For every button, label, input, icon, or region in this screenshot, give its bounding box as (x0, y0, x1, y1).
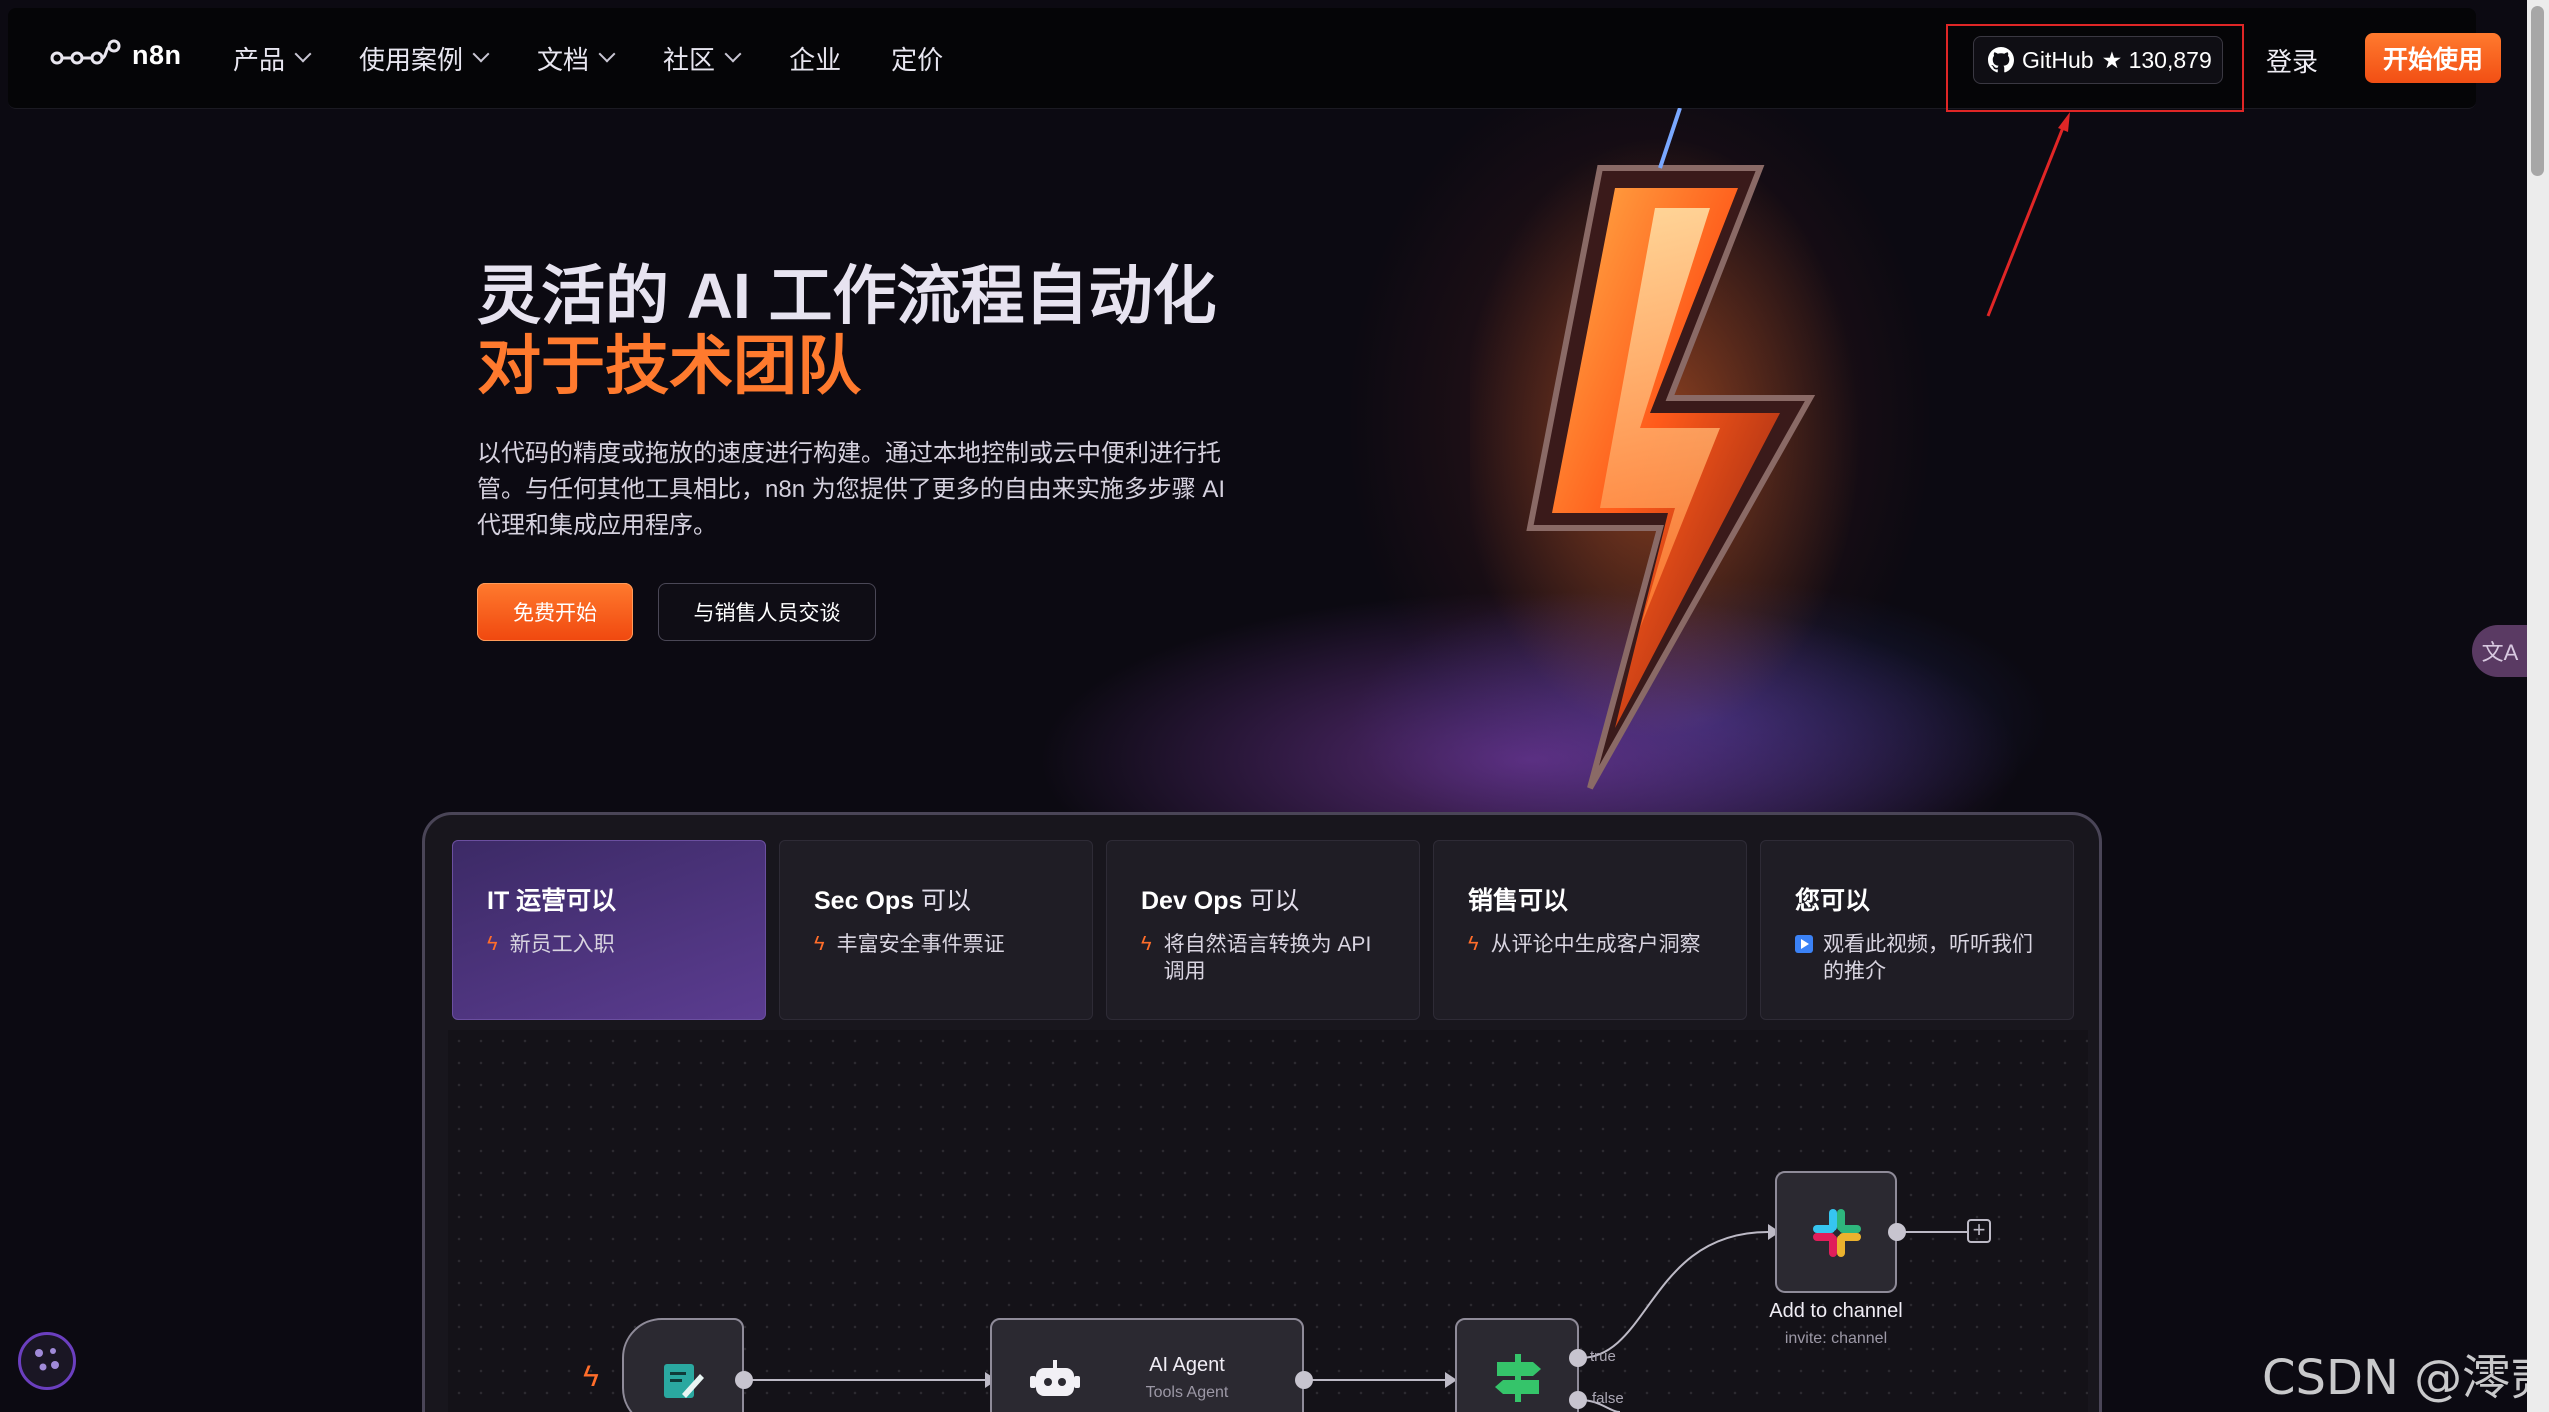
form-edit-icon (664, 1364, 704, 1398)
ai-agent-title: AI Agent (1149, 1354, 1225, 1376)
tab-it-ops[interactable]: IT 运营可以 ϟ 新员工入职 (452, 840, 766, 1020)
ai-agent-node[interactable]: AI Agent Tools Agent (990, 1318, 1304, 1412)
tab-dev-ops[interactable]: Dev Ops 可以 ϟ 将自然语言转换为 API 调用 (1106, 840, 1420, 1020)
nav-item-label: 企业 (789, 44, 842, 75)
tab-item: 观看此视频，听听我们的推介 (1795, 931, 2043, 985)
tab-item-text: 丰富安全事件票证 (836, 933, 1005, 956)
nav-item-product[interactable]: 产品 (233, 40, 312, 77)
hero-title: 灵活的 AI 工作流程自动化 (477, 260, 1217, 332)
add-node-icon[interactable]: + (1967, 1219, 1991, 1243)
nav-item-label: 文档 (537, 44, 590, 75)
n8n-logo[interactable]: n8n (50, 38, 182, 72)
github-stars-button[interactable]: GitHub ★ 130,879 (1973, 36, 2223, 84)
tab-title: Dev Ops 可以 (1141, 887, 1300, 915)
slack-icon (1813, 1209, 1861, 1257)
nav-item-community[interactable]: 社区 (663, 40, 742, 77)
tab-title: 您可以 (1795, 887, 1871, 915)
bolt-icon: ϟ (487, 933, 498, 955)
tab-item-text: 观看此视频，听听我们的推介 (1823, 933, 2033, 983)
nav-item-use-cases[interactable]: 使用案例 (359, 40, 490, 77)
translate-icon[interactable]: 文A (2472, 625, 2528, 677)
cookie-icon (35, 1348, 59, 1371)
bolt-icon: ϟ (814, 933, 825, 955)
lightning-bolt-illustration (1470, 108, 1860, 790)
chevron-down-icon (294, 45, 312, 63)
logo-wordmark: n8n (132, 39, 182, 70)
nav-item-label: 使用案例 (359, 44, 464, 75)
hero-description: 以代码的精度或拖放的速度进行构建。通过本地控制或云中便利进行托管。与任何其他工具… (477, 440, 1226, 539)
tab-item: ϟ 丰富安全事件票证 (814, 931, 1062, 958)
tab-you[interactable]: 您可以 观看此视频，听听我们的推介 (1760, 840, 2074, 1020)
csdn-watermark: CSDN @澪贰 (2262, 1350, 2549, 1406)
tab-item-text: 将自然语言转换为 API 调用 (1163, 933, 1372, 983)
page: n8n 产品 使用案例 文档 社区 企业 定价 GitHub ★ 130,879… (0, 0, 2549, 1412)
if-node[interactable] (1455, 1318, 1579, 1412)
chevron-down-icon (598, 45, 616, 63)
chevron-down-icon (472, 45, 490, 63)
tab-title: 销售可以 (1468, 887, 1569, 915)
nav-item-label: 社区 (663, 44, 716, 75)
false-output-port[interactable] (1569, 1391, 1587, 1409)
login-link[interactable]: 登录 (2266, 42, 2318, 79)
nav-item-label: 产品 (233, 44, 286, 75)
tab-title: Sec Ops 可以 (814, 887, 972, 915)
nav-item-enterprise[interactable]: 企业 (789, 40, 841, 77)
scrollbar-track[interactable] (2527, 0, 2549, 1412)
output-port[interactable] (1888, 1223, 1906, 1241)
tab-sec-ops[interactable]: Sec Ops 可以 ϟ 丰富安全事件票证 (779, 840, 1093, 1020)
github-label: GitHub (2022, 46, 2094, 73)
nav-links: 产品 使用案例 文档 社区 企业 定价 (233, 8, 993, 108)
bolt-icon: ϟ (1141, 933, 1152, 955)
nav-item-pricing[interactable]: 定价 (891, 40, 943, 77)
true-output-port[interactable] (1569, 1349, 1587, 1367)
n8n-logo-icon (50, 39, 121, 65)
video-icon (1795, 935, 1813, 953)
output-port[interactable] (1295, 1371, 1313, 1389)
nav-item-label: 定价 (891, 44, 944, 75)
scrollbar-thumb[interactable] (2531, 6, 2544, 176)
talk-to-sales-button[interactable]: 与销售人员交谈 (658, 583, 876, 641)
chevron-down-icon (724, 45, 742, 63)
bolt-icon: ϟ (1468, 933, 1479, 955)
tab-item: ϟ 将自然语言转换为 API 调用 (1141, 931, 1389, 985)
nav-item-docs[interactable]: 文档 (537, 40, 616, 77)
get-started-button[interactable]: 开始使用 (2365, 33, 2501, 83)
trigger-bolt-icon: ϟ (583, 1360, 599, 1393)
slack-node[interactable] (1775, 1171, 1897, 1293)
branch-false-label: false (1592, 1390, 1624, 1407)
tab-item-text: 从评论中生成客户洞察 (1490, 933, 1701, 956)
github-star-count: ★ 130,879 (2101, 46, 2212, 73)
github-icon (1988, 47, 2014, 73)
tab-item: ϟ 新员工入职 (487, 931, 735, 958)
cookie-settings-icon[interactable] (18, 1332, 76, 1390)
form-trigger-node[interactable] (622, 1318, 744, 1412)
ai-agent-subtitle: Tools Agent (1145, 1384, 1229, 1401)
free-start-button[interactable]: 免费开始 (477, 583, 633, 641)
output-port[interactable] (735, 1371, 753, 1389)
hero-subtitle: 对于技术团队 (477, 330, 861, 402)
tab-title: IT 运营可以 (487, 887, 617, 915)
tab-item-text: 新员工入职 (509, 933, 615, 956)
tab-item: ϟ 从评论中生成客户洞察 (1468, 931, 1716, 958)
slack-node-subtitle: invite: channel (1784, 1330, 1888, 1347)
slack-node-title: Add to channel (1769, 1300, 1903, 1322)
signpost-icon (1495, 1354, 1541, 1402)
branch-true-label: true (1590, 1348, 1616, 1365)
tab-sales[interactable]: 销售可以 ϟ 从评论中生成客户洞察 (1433, 840, 1747, 1020)
